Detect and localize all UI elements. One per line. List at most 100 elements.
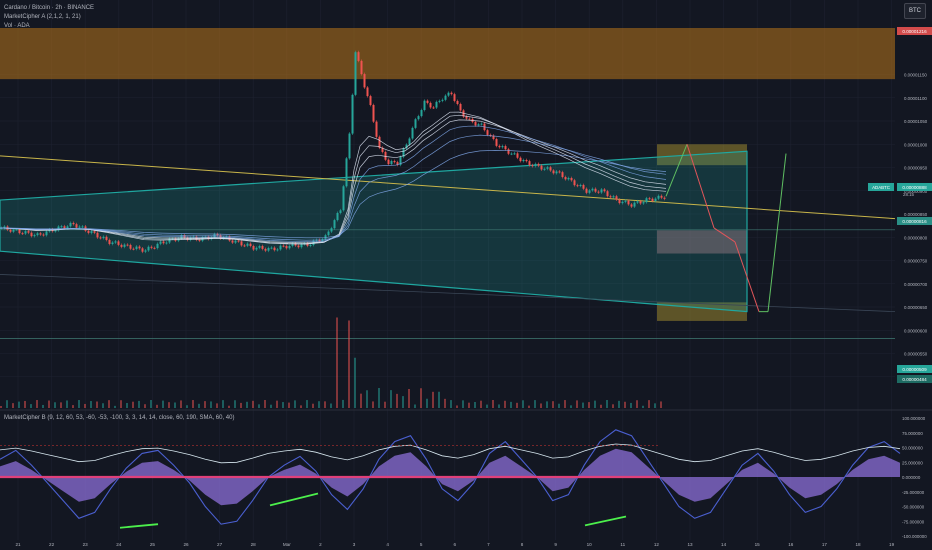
chart-title: Cardano / Bitcoin · 2h · BINANCE <box>4 5 95 11</box>
candle <box>45 231 48 236</box>
candle <box>486 130 489 135</box>
candle <box>378 136 381 148</box>
candle <box>117 241 120 245</box>
indicator-a-label: MarketCipher A (2,1,2, 1, 21) <box>4 14 81 20</box>
volume-bar <box>96 401 98 408</box>
candle <box>504 146 507 150</box>
volume-bar <box>480 400 482 408</box>
x-tick-label: Mar <box>283 542 291 547</box>
price-badge-line: 0.00000816 <box>902 219 927 224</box>
volume-bar <box>174 402 176 408</box>
candle <box>90 231 93 233</box>
candle <box>651 198 654 202</box>
candle <box>135 246 138 249</box>
candle <box>141 248 144 252</box>
volume-bar <box>144 404 146 408</box>
candle <box>87 230 90 233</box>
volume-bar <box>618 400 620 408</box>
candle <box>249 243 252 246</box>
candle <box>372 104 375 122</box>
candle <box>528 161 531 166</box>
candle <box>480 123 483 125</box>
candle <box>423 100 426 111</box>
volume-bar <box>468 402 470 408</box>
volume-bar <box>420 388 422 408</box>
volume-bar <box>228 405 230 408</box>
volume-bar <box>570 405 572 408</box>
volume-bar <box>108 400 110 408</box>
volume-bar <box>0 406 2 408</box>
volume-bar <box>198 403 200 408</box>
candle <box>240 241 243 246</box>
candle <box>459 104 462 111</box>
candle <box>237 240 240 242</box>
volume-bar <box>312 403 314 408</box>
candle <box>108 239 111 244</box>
candle <box>408 138 411 145</box>
candle <box>465 116 468 119</box>
volume-bar <box>588 402 590 408</box>
x-tick-label: 9 <box>554 542 557 547</box>
candle <box>510 153 513 155</box>
volume-bar <box>60 402 62 408</box>
volume-bar <box>534 400 536 408</box>
candle <box>453 94 456 101</box>
candle <box>162 241 165 244</box>
x-tick-label: 13 <box>687 542 693 547</box>
candle <box>39 233 42 235</box>
osc-y-tick-label: 75.000000 <box>902 431 923 436</box>
candle <box>588 190 591 193</box>
osc-y-tick-label: -75.000000 <box>902 519 925 524</box>
volume-bar <box>654 403 656 408</box>
volume-bar <box>126 403 128 408</box>
volume-bar <box>258 404 260 408</box>
volume-bar <box>120 400 122 408</box>
volume-label: Vol · ADA <box>4 23 30 29</box>
volume-bar <box>504 400 506 408</box>
candle <box>279 245 282 250</box>
volume-bar <box>306 400 308 408</box>
price-badge-vol-2: 0.00000484 <box>902 377 927 382</box>
volume-bar <box>354 357 356 408</box>
candle <box>597 191 600 193</box>
candle <box>546 167 549 169</box>
volume-bar <box>402 396 404 408</box>
y-tick-label: 0.00000850 <box>904 212 928 217</box>
osc-y-tick-label: 0.000000 <box>902 475 921 480</box>
x-tick-label: 7 <box>487 542 490 547</box>
volume-bar <box>240 402 242 408</box>
symbol-tag: ADABTC <box>872 185 890 190</box>
currency-button[interactable]: BTC <box>904 3 926 19</box>
candle <box>618 199 621 204</box>
volume-bar <box>564 400 566 408</box>
volume-bar <box>186 405 188 408</box>
candle <box>576 185 579 187</box>
x-tick-label: 18 <box>855 542 861 547</box>
candle <box>558 171 561 173</box>
candle <box>288 245 291 249</box>
volume-bar <box>246 401 248 408</box>
candle <box>63 226 66 229</box>
candle <box>360 60 363 75</box>
candle <box>93 231 96 233</box>
candle <box>636 201 639 203</box>
candle <box>297 245 300 248</box>
candle <box>78 226 81 228</box>
candle <box>525 160 528 162</box>
candle <box>105 236 108 240</box>
candle <box>522 160 525 162</box>
volume-bar <box>42 404 44 408</box>
candle <box>246 243 249 246</box>
candle <box>567 178 570 180</box>
volume-bar <box>552 401 554 408</box>
candle <box>126 244 129 246</box>
candle <box>9 229 12 232</box>
x-tick-label: 19 <box>889 542 895 547</box>
volume-bar <box>510 401 512 408</box>
price-chart[interactable]: 0.00001150 0.00001100 0.00001050 0.00001000… <box>0 0 932 550</box>
candle <box>96 232 99 238</box>
candle <box>603 189 606 192</box>
candle <box>450 92 453 95</box>
volume-bar <box>624 401 626 408</box>
volume-bar <box>24 400 26 408</box>
